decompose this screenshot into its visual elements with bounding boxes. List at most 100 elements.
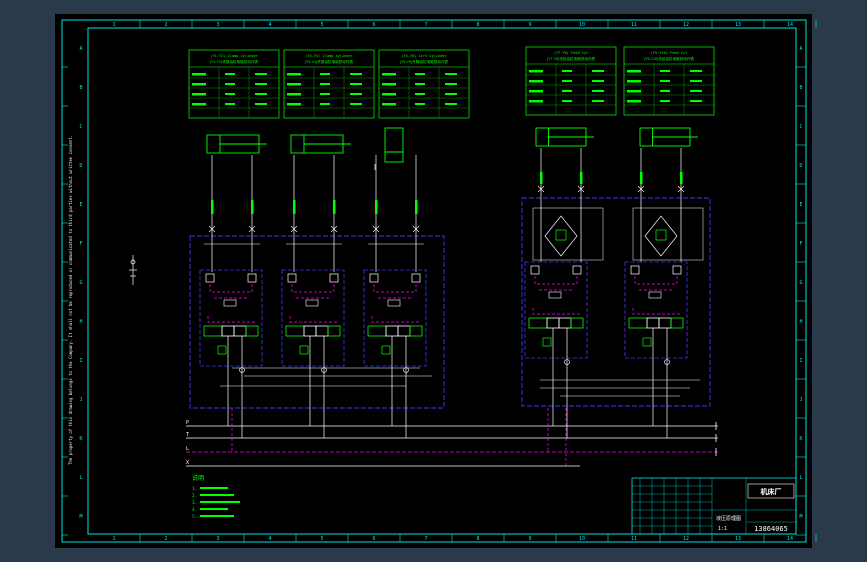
table-cell-mark (225, 103, 235, 105)
note-item: 2. (192, 493, 197, 499)
right-tick-label: E (799, 202, 802, 208)
table-cell-mark (287, 83, 301, 86)
left-tick-label: K (79, 436, 82, 442)
table-cell-mark (225, 83, 235, 85)
right-tick-label: B (799, 85, 802, 91)
bottom-tick-label: 6 (372, 536, 375, 542)
table-subtitle: (Y5-Y6)升降油缸电磁铁动作表 (400, 59, 449, 64)
label-x: X (186, 460, 189, 466)
table-title: (Y9-Y10) Feed cyl (651, 51, 688, 55)
right-tick-label: I (799, 358, 802, 364)
table-cell-mark (660, 90, 670, 92)
table-cell-mark (690, 90, 702, 92)
bottom-tick-label: 8 (476, 536, 479, 542)
top-tick-label: 12 (683, 22, 689, 28)
hose-label (680, 172, 683, 184)
company-name: 机床厂 (761, 487, 782, 496)
table-cell-mark (592, 90, 604, 92)
left-tick-label: G (79, 280, 82, 286)
table-subtitle: (Y3-Y4)夹紧油缸电磁铁动作表 (305, 59, 354, 64)
left-tick-label: H (79, 319, 82, 325)
right-tick-label: F (799, 241, 802, 247)
top-tick-label: 14 (787, 22, 793, 28)
table-cell-mark (445, 103, 457, 105)
table-cell-mark (192, 103, 206, 106)
bottom-tick-label: 13 (735, 536, 741, 542)
left-tick-label: I (79, 358, 82, 364)
left-tick-label: D (79, 163, 82, 169)
left-tick-label: M (79, 514, 82, 520)
table-cell-mark (445, 73, 457, 75)
bottom-tick-label: 12 (683, 536, 689, 542)
bottom-tick-label: 10 (579, 536, 585, 542)
table-cell-mark (562, 70, 572, 72)
table-subtitle: (Y7-Y8)进给油缸电磁铁动作表 (547, 56, 596, 61)
right-tick-label: G (799, 280, 802, 286)
hose-label (333, 200, 336, 214)
table-cell-mark (660, 100, 670, 102)
note-text-bar (200, 487, 228, 489)
right-tick-label: M (799, 514, 802, 520)
table-cell-mark (320, 93, 330, 95)
table-cell-mark (415, 103, 425, 105)
note-item: 5. (192, 514, 197, 520)
table-cell-mark (287, 73, 301, 76)
note-text-bar (200, 494, 234, 496)
note-item: 3. (192, 500, 197, 506)
table-cell-mark (562, 90, 572, 92)
right-tick-label: K (799, 436, 802, 442)
table-cell-mark (382, 93, 396, 96)
hose-label (415, 200, 418, 214)
table-title: (Y5-Y6) Lift cylinder (401, 54, 447, 58)
hose-label (640, 172, 643, 184)
table-cell-mark (529, 100, 543, 103)
table-subtitle: (Y1-Y2)夹紧油缸电磁铁动作表 (210, 59, 259, 64)
table-cell-mark (627, 80, 641, 83)
table-cell-mark (592, 80, 604, 82)
table-cell-mark (445, 83, 457, 85)
table-cell-mark (627, 70, 641, 73)
table-cell-mark (382, 73, 396, 76)
drawing-number: 13864065 (754, 525, 788, 533)
table-cell-mark (287, 93, 301, 96)
right-tick-label: H (799, 319, 802, 325)
table-cell-mark (382, 83, 396, 86)
bottom-tick-label: 3 (216, 536, 219, 542)
table-title: (Y1-Y2) Clamp cylinder (210, 54, 258, 58)
drawing-canvas: 11223344556677889910101111121213131414 A… (0, 0, 867, 562)
table-cell-mark (192, 93, 206, 96)
table-cell-mark (690, 70, 702, 72)
left-tick-label: E (79, 202, 82, 208)
table-cell-mark (562, 80, 572, 82)
top-tick-label: 13 (735, 22, 741, 28)
left-tick-label: B (79, 85, 82, 91)
table-cell-mark (415, 83, 425, 85)
left-tick-label: C (79, 124, 82, 130)
left-tick-label: A (79, 46, 82, 52)
top-tick-label: 6 (372, 22, 375, 28)
table-cell-mark (287, 103, 301, 106)
note-item: 1. (192, 486, 197, 492)
drawing-name: 液压原理图 (716, 515, 741, 522)
bottom-tick-label: 2 (164, 536, 167, 542)
right-tick-label: C (799, 124, 802, 130)
note-text-bar (200, 501, 240, 503)
table-cell-mark (690, 100, 702, 102)
label-p: P (186, 420, 189, 426)
table-cell-mark (255, 73, 267, 75)
right-tick-label: L (799, 475, 802, 481)
top-tick-label: 11 (631, 22, 637, 28)
table-cell-mark (255, 103, 267, 105)
table-cell-mark (350, 103, 362, 105)
bottom-tick-label: 11 (631, 536, 637, 542)
top-tick-label: 9 (528, 22, 531, 28)
table-cell-mark (660, 80, 670, 82)
label-t: T (186, 432, 189, 438)
top-tick-label: 7 (424, 22, 427, 28)
table-cell-mark (529, 70, 543, 73)
table-cell-mark (255, 93, 267, 95)
left-tick-label: J (79, 397, 82, 403)
table-cell-mark (320, 83, 330, 85)
table-cell-mark (445, 93, 457, 95)
bottom-tick-label: 7 (424, 536, 427, 542)
